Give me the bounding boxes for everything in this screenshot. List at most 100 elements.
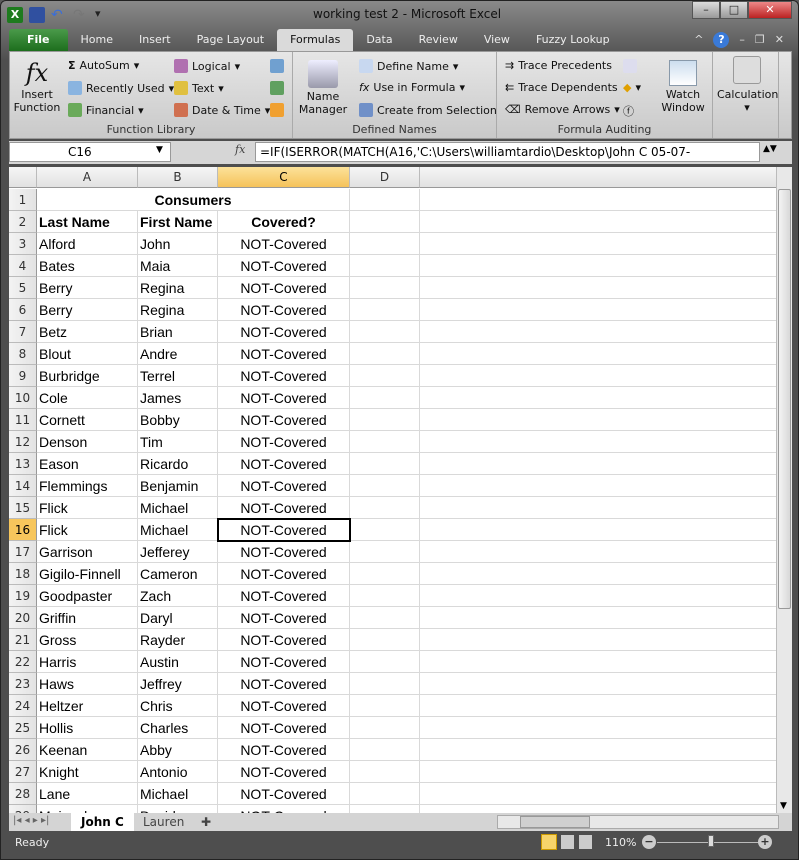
- name-box[interactable]: C16: [9, 142, 171, 162]
- cell[interactable]: Regina: [138, 299, 218, 321]
- cell[interactable]: [350, 365, 420, 387]
- minimize-button[interactable]: –: [692, 1, 720, 19]
- watch-window-button[interactable]: Watch Window: [657, 60, 709, 114]
- cell[interactable]: NOT-Covered: [218, 365, 350, 387]
- cell[interactable]: [350, 673, 420, 695]
- cell[interactable]: [350, 321, 420, 343]
- cell[interactable]: Brian: [138, 321, 218, 343]
- cell[interactable]: [350, 563, 420, 585]
- cell[interactable]: Alford: [37, 233, 138, 255]
- cell[interactable]: Burbridge: [37, 365, 138, 387]
- help-icon[interactable]: ?: [713, 32, 730, 48]
- header-cell[interactable]: Covered?: [218, 211, 350, 233]
- cell[interactable]: [420, 497, 776, 519]
- cell[interactable]: [420, 299, 776, 321]
- cell[interactable]: [350, 783, 420, 805]
- cell[interactable]: NOT-Covered: [218, 519, 350, 541]
- page-layout-view-icon[interactable]: [561, 835, 574, 849]
- cell[interactable]: NOT-Covered: [218, 233, 350, 255]
- cell[interactable]: Daryl: [138, 607, 218, 629]
- cell[interactable]: [420, 431, 776, 453]
- cell[interactable]: Charles: [138, 717, 218, 739]
- scroll-down-icon[interactable]: ▼: [780, 801, 787, 811]
- cell[interactable]: [420, 607, 776, 629]
- row-header[interactable]: 10: [9, 387, 37, 409]
- cell[interactable]: NOT-Covered: [218, 409, 350, 431]
- tab-page-layout[interactable]: Page Layout: [184, 29, 278, 51]
- cell[interactable]: [350, 387, 420, 409]
- cell[interactable]: Jeffrey: [138, 673, 218, 695]
- close-button[interactable]: ✕: [748, 1, 792, 19]
- row-header[interactable]: 7: [9, 321, 37, 343]
- header-cell[interactable]: Last Name: [37, 211, 138, 233]
- insert-function-button[interactable]: fx Insert Function: [12, 58, 62, 114]
- customize-toolbar-icon[interactable]: ▾: [95, 7, 111, 23]
- cell[interactable]: [420, 519, 776, 541]
- cell[interactable]: Blout: [37, 343, 138, 365]
- cell[interactable]: NOT-Covered: [218, 255, 350, 277]
- row-header[interactable]: 15: [9, 497, 37, 519]
- horizontal-scrollbar[interactable]: [497, 815, 779, 829]
- cell[interactable]: Knight: [37, 761, 138, 783]
- cell[interactable]: Cole: [37, 387, 138, 409]
- row-header[interactable]: 29: [9, 805, 37, 813]
- tab-insert[interactable]: Insert: [126, 29, 184, 51]
- cell[interactable]: Griffin: [37, 607, 138, 629]
- cell[interactable]: [420, 673, 776, 695]
- normal-view-icon[interactable]: [541, 834, 557, 850]
- cell[interactable]: Rayder: [138, 629, 218, 651]
- cell[interactable]: [350, 475, 420, 497]
- error-checking-button[interactable]: ◆ ▾: [623, 81, 641, 94]
- cell[interactable]: Michael: [138, 497, 218, 519]
- cell[interactable]: [350, 255, 420, 277]
- column-header-b[interactable]: B: [138, 167, 218, 188]
- row-header[interactable]: 13: [9, 453, 37, 475]
- cell[interactable]: Heltzer: [37, 695, 138, 717]
- select-all-corner[interactable]: [9, 167, 37, 188]
- name-manager-button[interactable]: Name Manager: [297, 60, 349, 116]
- formula-input[interactable]: =IF(ISERROR(MATCH(A16,'C:\Users\williamt…: [255, 142, 760, 162]
- insert-sheet-icon[interactable]: ✚: [191, 813, 221, 831]
- cell[interactable]: Michael: [138, 519, 218, 541]
- row-header[interactable]: 24: [9, 695, 37, 717]
- cell[interactable]: [350, 805, 420, 813]
- insert-function-fx-icon[interactable]: fx: [235, 143, 245, 156]
- cell[interactable]: Austin: [138, 651, 218, 673]
- cell[interactable]: [420, 409, 776, 431]
- trace-precedents-button[interactable]: ⇉ Trace Precedents: [505, 59, 612, 72]
- redo-icon[interactable]: ↷: [73, 7, 89, 23]
- cell[interactable]: Berry: [37, 299, 138, 321]
- row-header[interactable]: 19: [9, 585, 37, 607]
- cell[interactable]: Bobby: [138, 409, 218, 431]
- date-time-button[interactable]: Date & Time ▾: [174, 103, 270, 117]
- cell[interactable]: NOT-Covered: [218, 497, 350, 519]
- row-header[interactable]: 14: [9, 475, 37, 497]
- workbook-restore-icon[interactable]: ❐: [755, 29, 765, 51]
- cell[interactable]: [420, 563, 776, 585]
- expand-formula-bar-icon[interactable]: ▲▼: [763, 144, 777, 154]
- cell[interactable]: NOT-Covered: [218, 629, 350, 651]
- row-header[interactable]: 25: [9, 717, 37, 739]
- cell[interactable]: NOT-Covered: [218, 299, 350, 321]
- name-box-dropdown-icon[interactable]: ▼: [156, 145, 163, 155]
- cell[interactable]: [420, 387, 776, 409]
- cell[interactable]: Abby: [138, 739, 218, 761]
- row-header[interactable]: 16: [9, 519, 37, 541]
- cell[interactable]: [350, 431, 420, 453]
- worksheet-grid[interactable]: A B C D 1 Consumers 2 Last Name First Name Covere…: [9, 167, 776, 813]
- row-header[interactable]: 21: [9, 629, 37, 651]
- cell[interactable]: Bates: [37, 255, 138, 277]
- cell[interactable]: Lane: [37, 783, 138, 805]
- row-header[interactable]: 23: [9, 673, 37, 695]
- cell[interactable]: Flick: [37, 497, 138, 519]
- cell[interactable]: NOT-Covered: [218, 805, 350, 813]
- row-header[interactable]: 17: [9, 541, 37, 563]
- cell[interactable]: [350, 189, 420, 211]
- cell[interactable]: [350, 761, 420, 783]
- math-trig-button[interactable]: [270, 81, 284, 95]
- collapse-ribbon-icon[interactable]: ^: [694, 29, 703, 51]
- row-header[interactable]: 12: [9, 431, 37, 453]
- cell[interactable]: James: [138, 387, 218, 409]
- column-header-a[interactable]: A: [37, 167, 138, 188]
- cell[interactable]: [420, 717, 776, 739]
